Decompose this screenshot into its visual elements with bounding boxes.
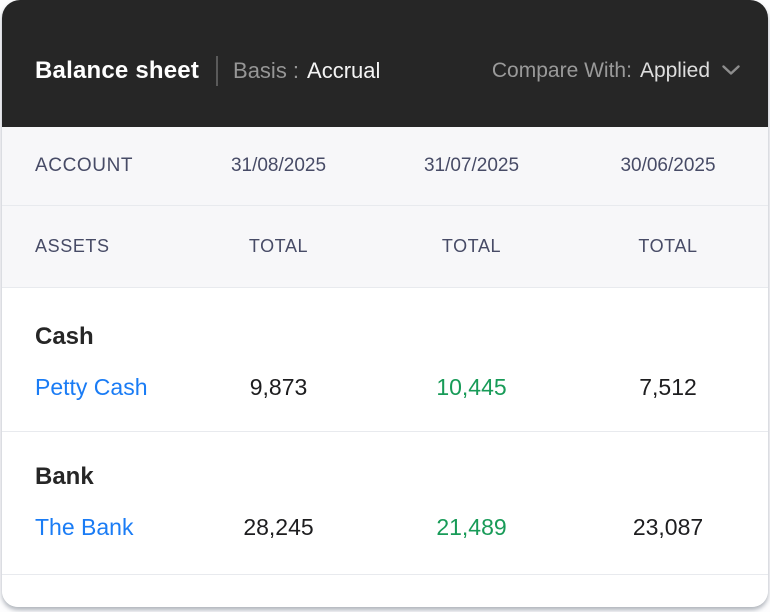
column-header-account: ACCOUNT xyxy=(35,155,182,177)
account-link-petty-cash[interactable]: Petty Cash xyxy=(35,372,182,402)
table-header-totals: ASSETS TOTAL TOTAL TOTAL xyxy=(2,206,768,288)
section-cash: Cash Petty Cash 9,873 10,445 7,512 xyxy=(2,288,768,432)
section-heading: Cash xyxy=(2,322,768,352)
column-header-total-2: TOTAL xyxy=(375,236,568,257)
table-header-dates: ACCOUNT 31/08/2025 31/07/2025 30/06/2025 xyxy=(2,127,768,206)
header-divider xyxy=(216,56,218,86)
account-link-the-bank[interactable]: The Bank xyxy=(35,512,182,542)
column-header-total-3: TOTAL xyxy=(568,236,768,257)
cell-value: 28,245 xyxy=(182,512,375,542)
column-header-date-2: 31/07/2025 xyxy=(375,155,568,177)
column-header-date-1: 31/08/2025 xyxy=(182,155,375,177)
section-heading: Bank xyxy=(2,462,768,492)
chevron-down-icon xyxy=(722,65,740,76)
column-header-assets: ASSETS xyxy=(35,236,182,257)
basis-label: Basis : xyxy=(233,58,299,84)
cell-value: 23,087 xyxy=(568,512,768,542)
cell-value: 9,873 xyxy=(182,372,375,402)
column-header-total-1: TOTAL xyxy=(182,236,375,257)
compare-with-label: Compare With: xyxy=(492,59,632,83)
section-bank: Bank The Bank 28,245 21,489 23,087 xyxy=(2,432,768,575)
column-header-date-3: 30/06/2025 xyxy=(568,155,768,177)
compare-with-dropdown[interactable]: Compare With: Applied xyxy=(492,59,740,83)
basis-value: Accrual xyxy=(307,58,380,84)
report-header: Balance sheet Basis : Accrual Compare Wi… xyxy=(2,0,768,127)
table-row: The Bank 28,245 21,489 23,087 xyxy=(2,512,768,542)
compare-with-value: Applied xyxy=(640,59,710,83)
cell-value: 21,489 xyxy=(375,512,568,542)
table-row: Petty Cash 9,873 10,445 7,512 xyxy=(2,372,768,402)
cell-value: 10,445 xyxy=(375,372,568,402)
cell-value: 7,512 xyxy=(568,372,768,402)
page-title: Balance sheet xyxy=(35,57,199,85)
balance-sheet-card: Balance sheet Basis : Accrual Compare Wi… xyxy=(2,0,768,607)
card-footer-space xyxy=(2,575,768,607)
